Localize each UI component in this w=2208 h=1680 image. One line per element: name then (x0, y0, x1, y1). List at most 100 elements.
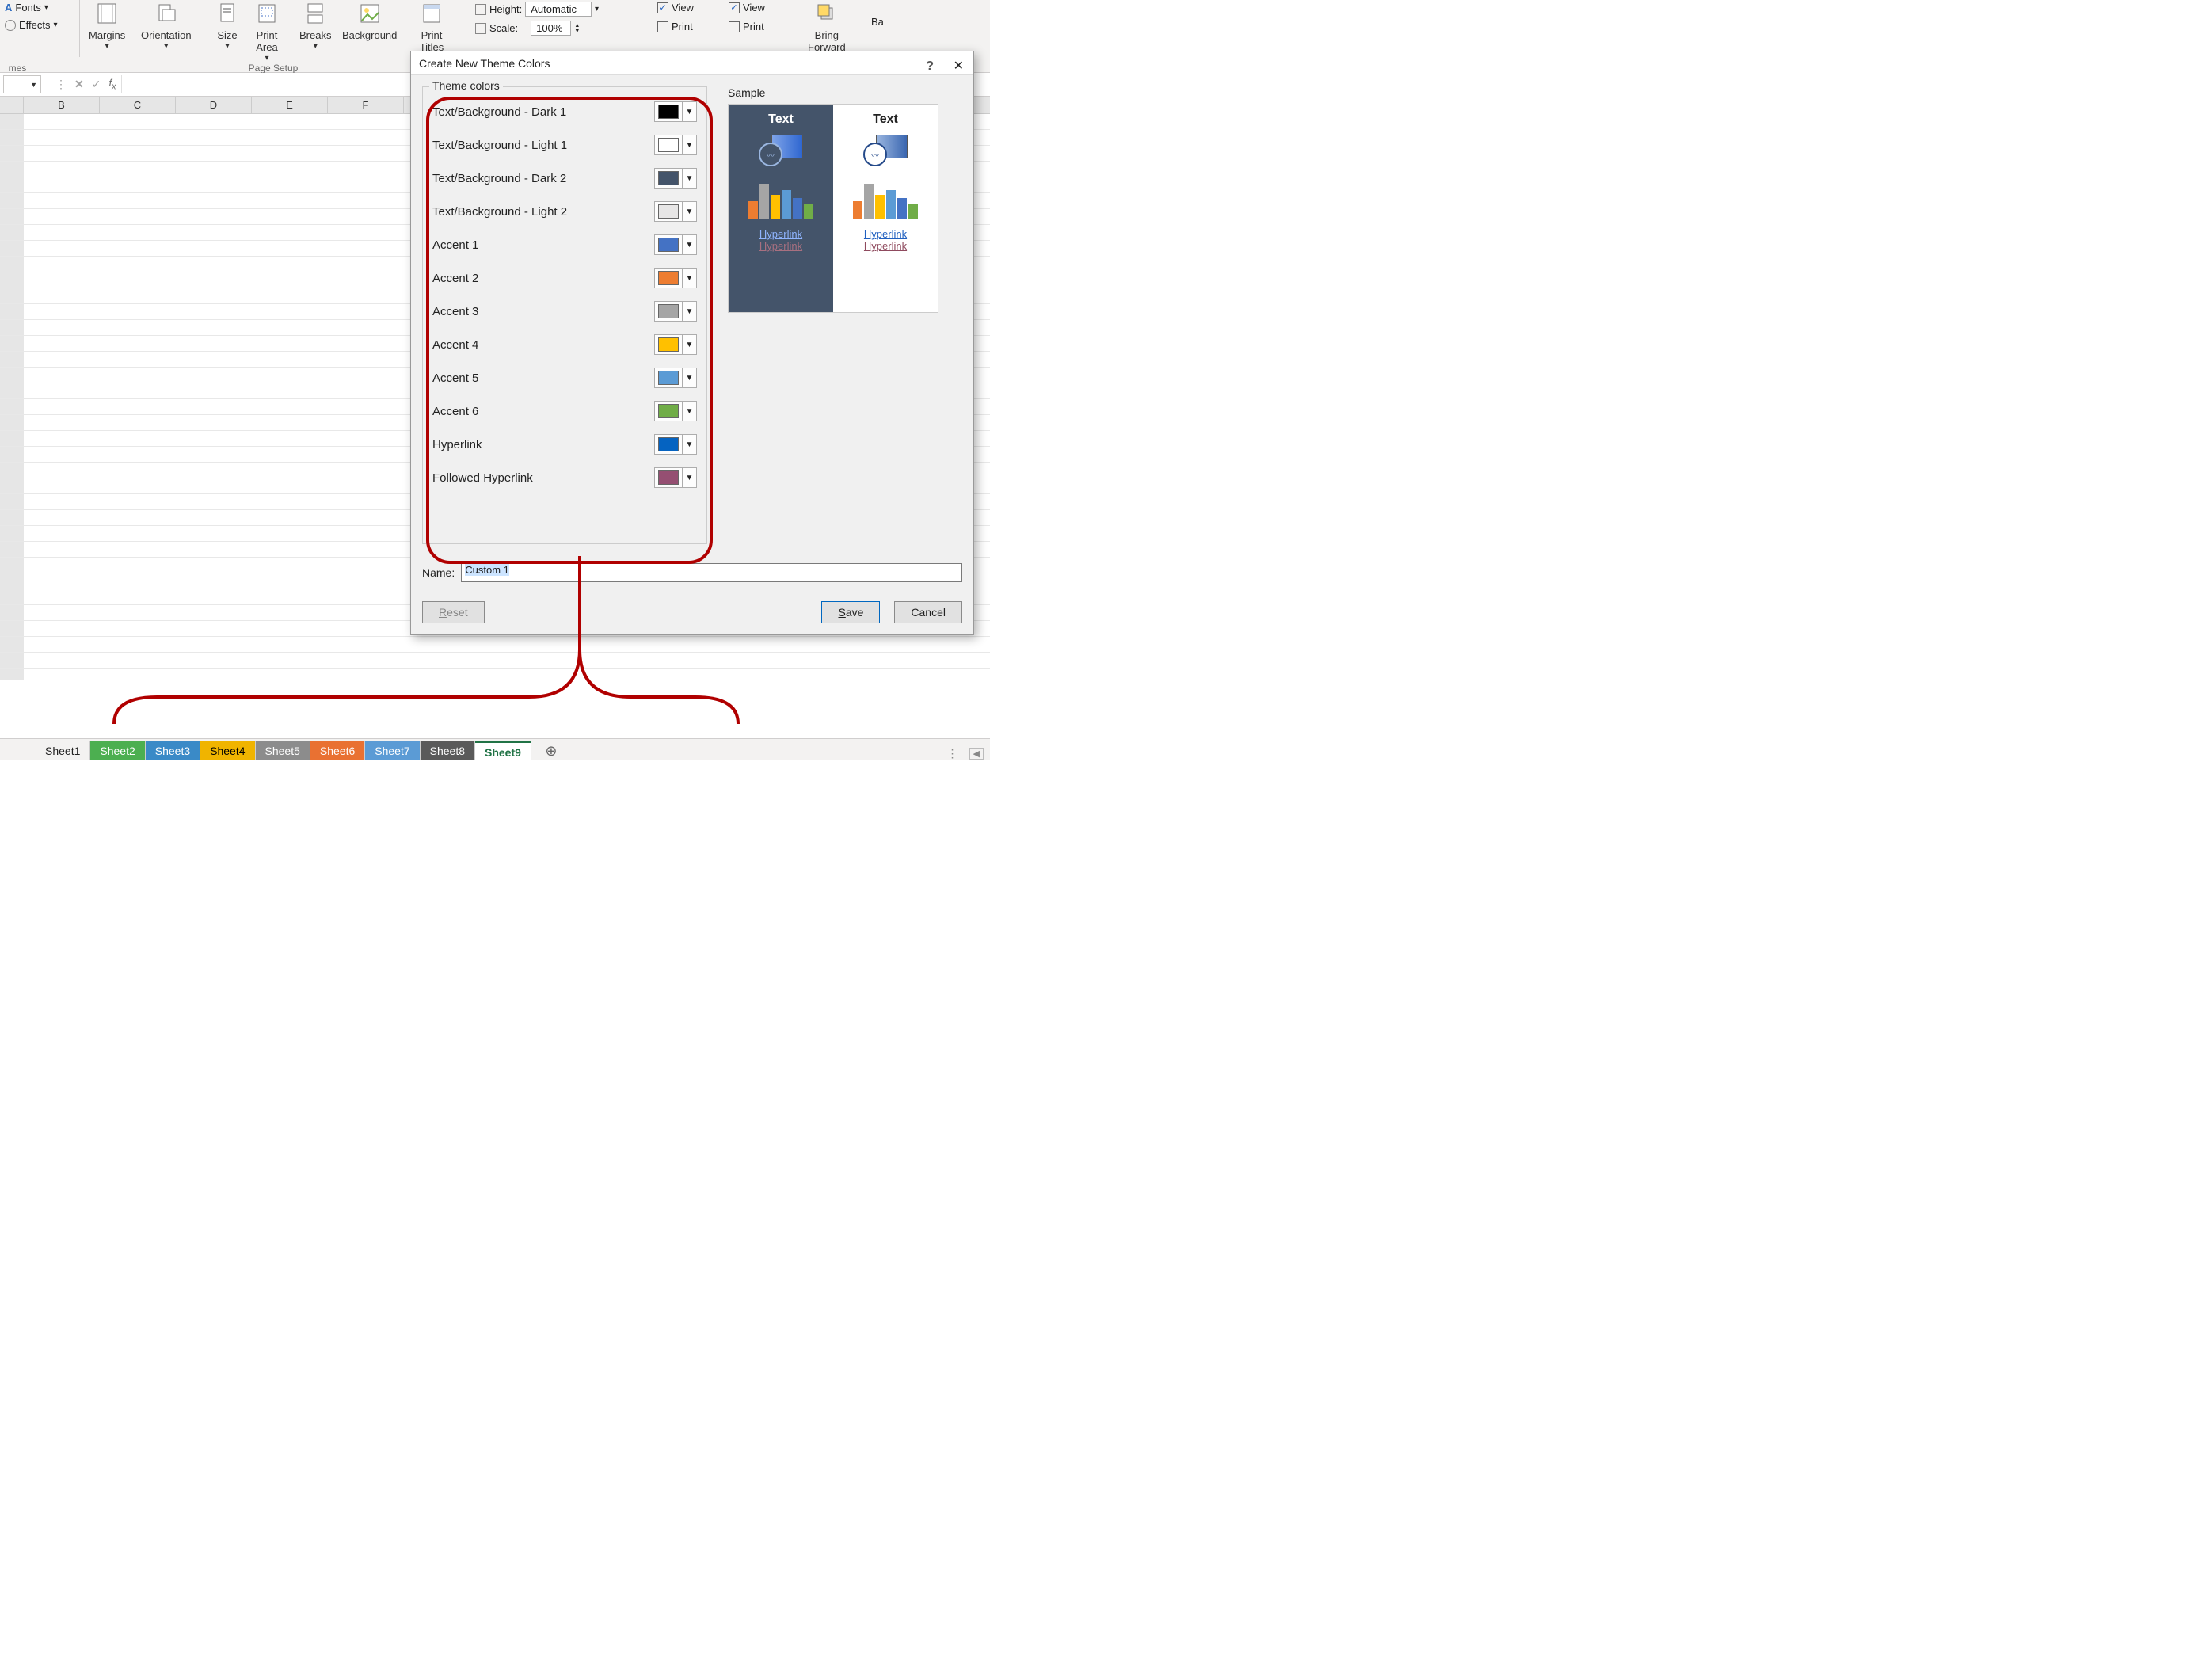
column-header[interactable]: E (252, 97, 328, 113)
margins-button[interactable]: Margins▾ (89, 0, 125, 51)
separator (79, 0, 80, 57)
column-header[interactable]: F (328, 97, 404, 113)
margins-icon (93, 0, 120, 27)
column-header[interactable]: D (176, 97, 252, 113)
print-area-button[interactable]: Print Area▾ (253, 0, 280, 63)
sheet-tab[interactable]: Sheet5 (256, 741, 310, 760)
fieldset-legend: Theme colors (429, 79, 503, 92)
fx-icon[interactable]: fx (108, 77, 116, 92)
sample-section: Sample Text 〰 Hyperlink Hyperlink Text 〰 (728, 86, 938, 313)
sheet-tab[interactable]: Sheet3 (146, 741, 200, 760)
background-icon (356, 0, 383, 27)
headings-view[interactable]: ✓View (729, 2, 765, 13)
cancel-button[interactable]: Cancel (894, 601, 962, 623)
scale-row[interactable]: Scale: 100% ▲▼ (475, 21, 580, 36)
gridlines-print[interactable]: Print (657, 21, 693, 32)
sheet-tab[interactable]: Sheet7 (365, 741, 420, 760)
chevron-down-icon: ▼ (682, 202, 696, 221)
theme-name-input[interactable]: Custom 1 (461, 563, 962, 582)
theme-color-row: Text/Background - Light 1 ▼ (432, 128, 697, 162)
create-theme-colors-dialog: Create New Theme Colors ? ✕ Theme colors… (410, 51, 974, 635)
chevron-down-icon: ▼ (682, 468, 696, 487)
color-picker[interactable]: ▼ (654, 234, 697, 255)
color-picker[interactable]: ▼ (654, 401, 697, 421)
new-sheet-button[interactable]: ⊕ (539, 741, 563, 760)
dots-icon: ⋮ (55, 78, 67, 91)
sheet-tab[interactable]: Sheet8 (421, 741, 475, 760)
sample-shapes: 〰 (759, 135, 803, 166)
color-picker[interactable]: ▼ (654, 135, 697, 155)
reset-button[interactable]: Reset (422, 601, 485, 623)
theme-color-row: Text/Background - Dark 1 ▼ (432, 95, 697, 128)
sample-dark-panel: Text 〰 Hyperlink Hyperlink (729, 105, 833, 312)
sample-followed-hyperlink: Hyperlink (759, 240, 802, 252)
sheet-tab[interactable]: Sheet2 (90, 741, 145, 760)
color-label: Accent 4 (432, 338, 478, 352)
chevron-down-icon: ▼ (682, 335, 696, 354)
color-picker[interactable]: ▼ (654, 434, 697, 455)
select-all-corner[interactable] (0, 97, 24, 113)
sheet-tab[interactable]: Sheet1 (36, 741, 90, 760)
print-titles-icon (418, 0, 445, 27)
color-picker[interactable]: ▼ (654, 368, 697, 388)
headings-print[interactable]: Print (729, 21, 764, 32)
color-label: Accent 5 (432, 371, 478, 385)
sample-light-panel: Text 〰 Hyperlink Hyperlink (833, 105, 938, 312)
cancel-entry-icon[interactable]: ✕ (74, 78, 84, 91)
sample-followed-hyperlink: Hyperlink (864, 240, 907, 252)
color-picker[interactable]: ▼ (654, 201, 697, 222)
theme-color-row: Text/Background - Dark 2 ▼ (432, 162, 697, 195)
save-button[interactable]: Save (821, 601, 880, 623)
color-label: Accent 2 (432, 272, 478, 285)
color-picker[interactable]: ▼ (654, 334, 697, 355)
color-picker[interactable]: ▼ (654, 168, 697, 189)
column-header[interactable]: C (100, 97, 176, 113)
color-label: Text/Background - Light 1 (432, 139, 567, 152)
fonts-button[interactable]: A Fonts▾ (5, 2, 48, 13)
color-label: Followed Hyperlink (432, 471, 533, 485)
sheet-tab[interactable]: Sheet6 (310, 741, 365, 760)
gridlines-view[interactable]: ✓View (657, 2, 694, 13)
dialog-title-bar[interactable]: Create New Theme Colors ? ✕ (411, 51, 973, 75)
theme-color-row: Followed Hyperlink ▼ (432, 461, 697, 494)
chevron-down-icon: ▼ (682, 135, 696, 154)
color-picker[interactable]: ▼ (654, 101, 697, 122)
color-picker[interactable]: ▼ (654, 467, 697, 488)
theme-color-row: Accent 4 ▼ (432, 328, 697, 361)
print-area-icon (253, 0, 280, 27)
height-row[interactable]: Height: Automatic▾ (475, 2, 599, 17)
color-label: Accent 3 (432, 305, 478, 318)
partial-button: Ba (871, 16, 884, 28)
chevron-down-icon: ▼ (682, 169, 696, 188)
sample-hyperlink: Hyperlink (864, 228, 907, 240)
column-header[interactable]: B (24, 97, 100, 113)
print-titles-button[interactable]: Print Titles (418, 0, 445, 53)
sample-chart (748, 179, 813, 219)
size-icon (214, 0, 241, 27)
chevron-down-icon: ▼ (682, 435, 696, 454)
chevron-down-icon: ▼ (682, 302, 696, 321)
theme-color-row: Accent 2 ▼ (432, 261, 697, 295)
themes-group-label: mes (2, 63, 33, 74)
color-picker[interactable]: ▼ (654, 268, 697, 288)
color-picker[interactable]: ▼ (654, 301, 697, 322)
enter-entry-icon[interactable]: ✓ (92, 78, 101, 91)
sheet-tab[interactable]: Sheet4 (200, 741, 255, 760)
orientation-button[interactable]: Orientation▾ (141, 0, 192, 51)
size-button[interactable]: Size▾ (214, 0, 241, 51)
effects-button[interactable]: Effects▾ (5, 19, 58, 31)
name-box[interactable]: ▼ (3, 75, 41, 93)
breaks-icon (302, 0, 329, 27)
name-label: Name: (422, 566, 455, 579)
theme-color-row: Accent 6 ▼ (432, 394, 697, 428)
color-label: Text/Background - Dark 2 (432, 172, 566, 185)
breaks-button[interactable]: Breaks▾ (299, 0, 331, 51)
sample-label: Sample (728, 86, 938, 99)
chevron-down-icon: ▼ (682, 269, 696, 288)
color-label: Hyperlink (432, 438, 482, 451)
background-button[interactable]: Background (342, 0, 397, 41)
color-label: Text/Background - Dark 1 (432, 105, 566, 119)
scroll-left-icon[interactable]: ◀ (969, 748, 984, 760)
sample-text: Text (768, 112, 794, 127)
sheet-tab[interactable]: Sheet9 (475, 741, 531, 760)
